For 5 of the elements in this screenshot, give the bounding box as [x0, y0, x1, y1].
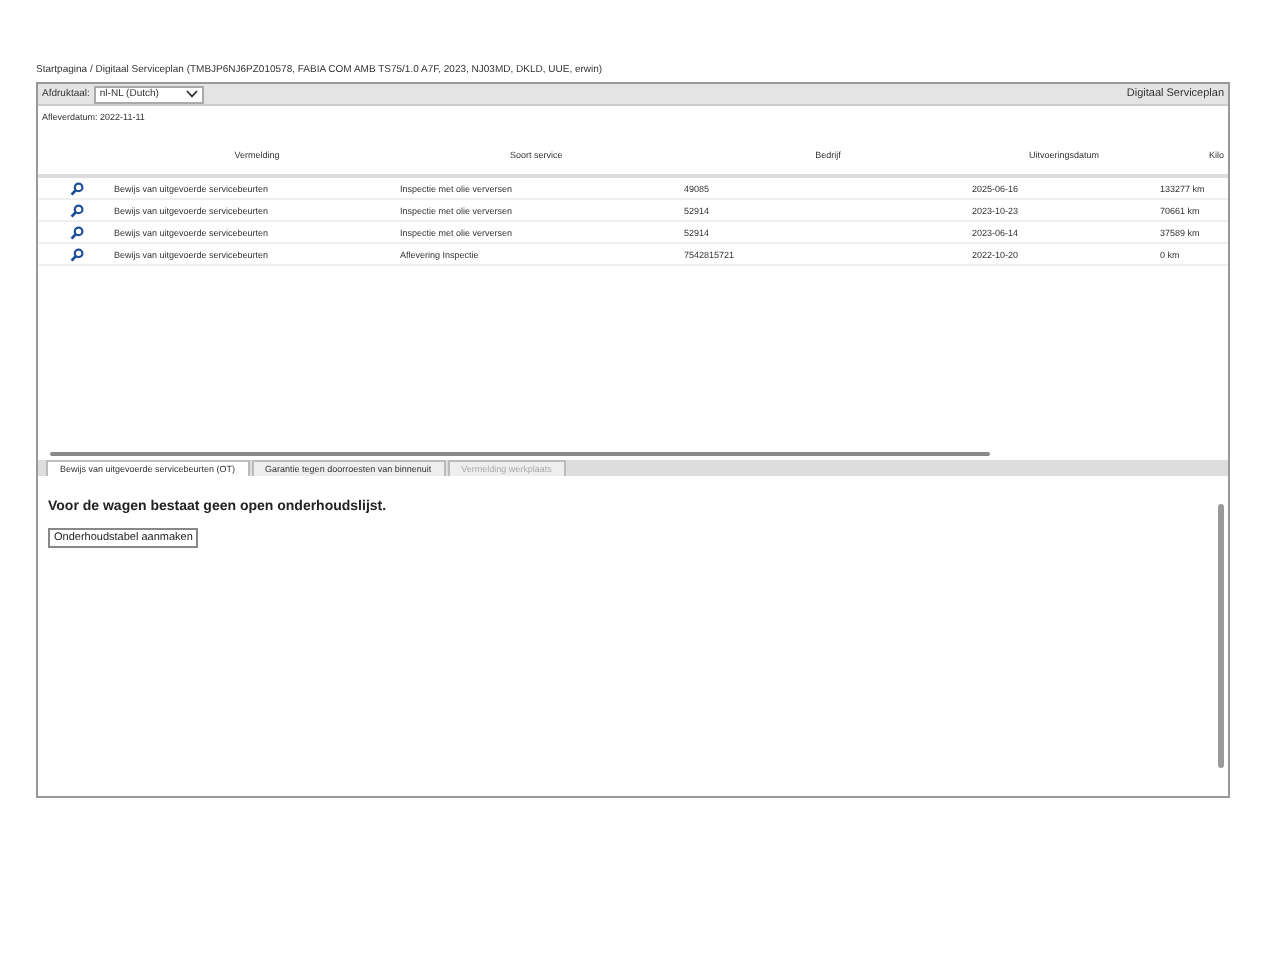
search-icon[interactable]: [69, 181, 83, 195]
caret-icon: [186, 90, 199, 98]
search-icon[interactable]: [69, 225, 83, 239]
search-icon[interactable]: [69, 247, 83, 261]
search-icon[interactable]: [69, 203, 83, 217]
